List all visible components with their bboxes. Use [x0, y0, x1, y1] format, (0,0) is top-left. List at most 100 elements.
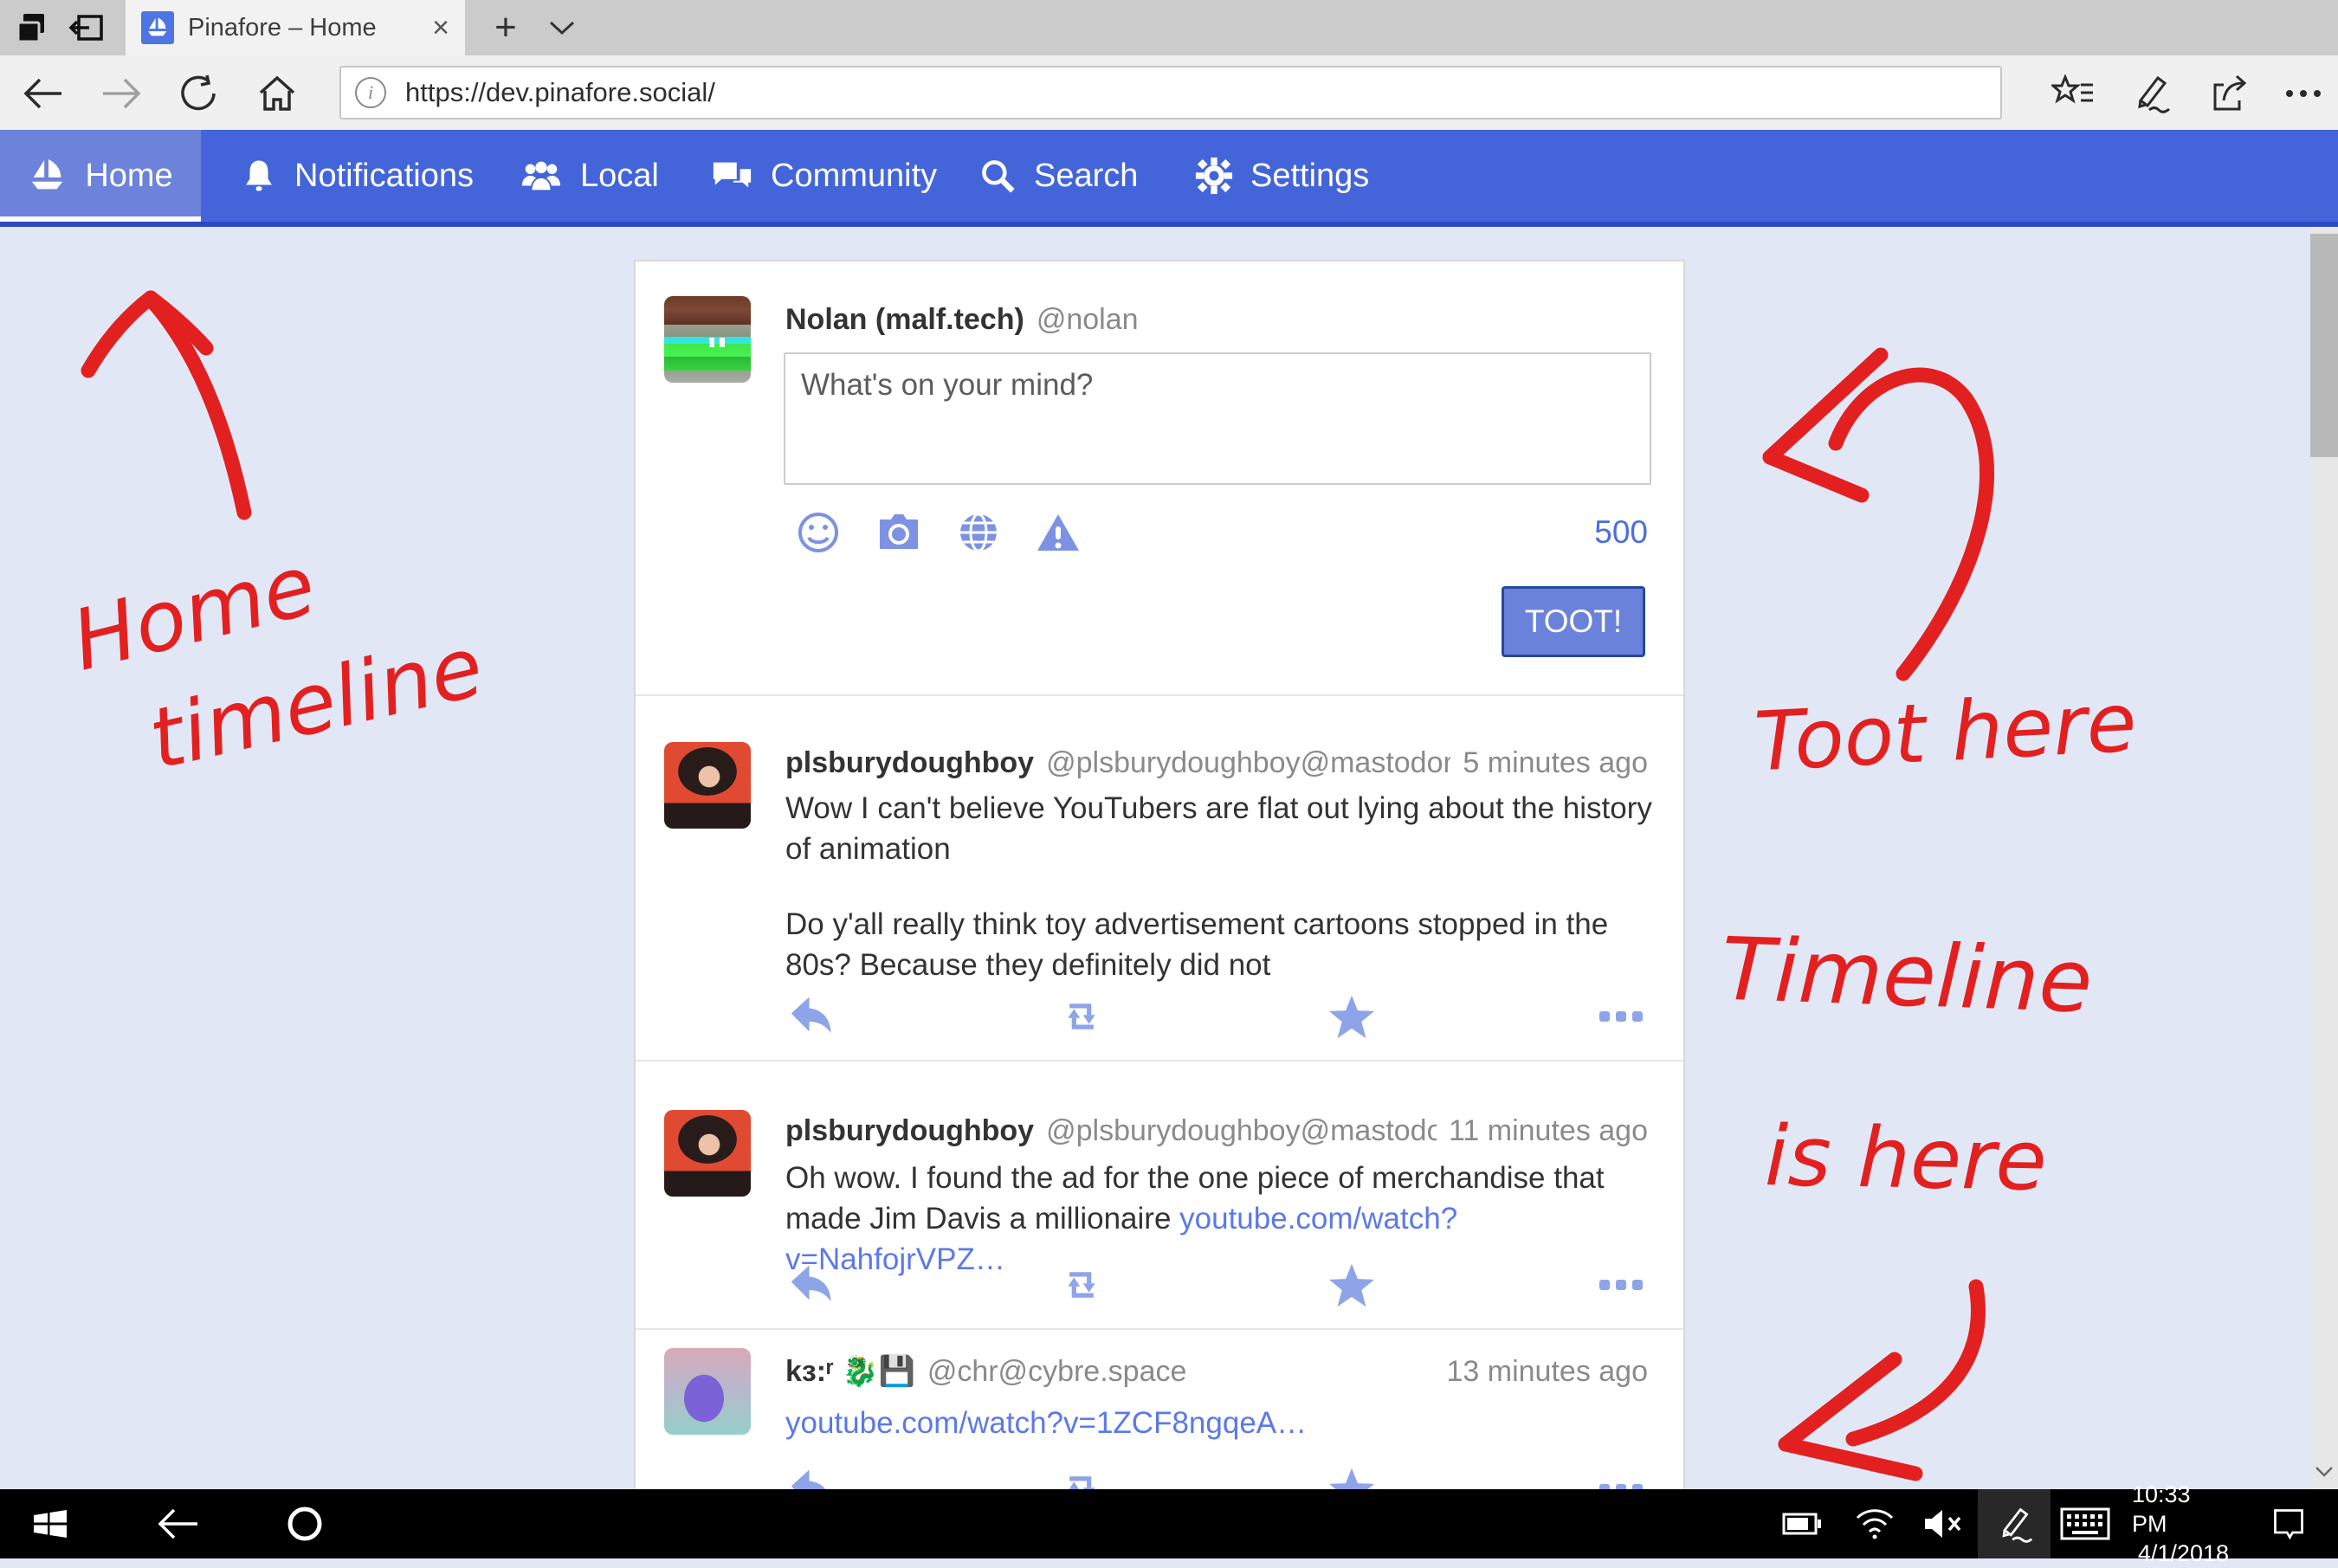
divider [636, 1060, 1683, 1061]
volume-muted-icon[interactable] [1915, 1489, 1973, 1558]
bell-icon [241, 156, 277, 196]
start-button-icon[interactable] [24, 1489, 76, 1558]
chat-bubbles-icon [710, 157, 753, 195]
browser-toolbar: i https://dev.pinafore.social/ [0, 55, 2338, 130]
url-text: https://dev.pinafore.social/ [405, 77, 715, 108]
post-text: Wow I can't believe YouTubers are flat o… [785, 788, 1653, 869]
cortana-icon[interactable] [279, 1489, 331, 1558]
taskbar: 10:33 PM 4/1/2018 [0, 1489, 2338, 1558]
tabs-preview-icon[interactable] [9, 7, 55, 48]
browser-tab[interactable]: Pinafore – Home × [126, 0, 465, 55]
tab-close-icon[interactable]: × [432, 13, 449, 42]
more-options-icon[interactable] [2279, 71, 2328, 116]
scrollbar-track[interactable] [2310, 227, 2338, 1489]
nav-item-settings[interactable]: Settings [1188, 130, 1376, 222]
post-display-name: kз:ʳ 🐉💾 [785, 1354, 915, 1389]
post-handle: @plsburydoughboy@mastodon.so… [1046, 746, 1450, 780]
post-timestamp: 5 minutes ago [1463, 746, 1648, 780]
nav-item-home[interactable]: Home [0, 130, 201, 222]
touch-keyboard-icon[interactable] [2054, 1489, 2116, 1558]
nav-label: Search [1034, 158, 1138, 195]
emoji-picker-icon[interactable] [797, 511, 840, 554]
pinafore-favicon [141, 11, 174, 44]
browser-tab-bar: Pinafore – Home × + [0, 0, 2338, 55]
divider [636, 694, 1683, 696]
taskbar-back-icon[interactable] [149, 1489, 206, 1558]
active-nav-underline [0, 216, 201, 222]
reply-icon[interactable] [785, 1259, 839, 1311]
address-bar[interactable]: i https://dev.pinafore.social/ [339, 66, 2002, 119]
wifi-icon[interactable] [1848, 1489, 1902, 1558]
media-upload-camera-icon[interactable] [876, 513, 921, 552]
post-handle: @chr@cybre.space [927, 1355, 1187, 1389]
taskbar-clock[interactable]: 10:33 PM 4/1/2018 [2132, 1489, 2229, 1558]
char-count: 500 [1594, 514, 1648, 551]
site-info-icon[interactable]: i [355, 77, 386, 108]
post-more-icon[interactable] [1594, 1259, 1648, 1311]
post-link[interactable]: youtube.com/watch?v=1ZCF8ngqeA… [785, 1406, 1307, 1440]
favorite-star-icon[interactable] [1325, 990, 1379, 1042]
post-handle: @plsburydoughboy@mastodon.s… [1046, 1114, 1437, 1148]
tab-list-chevron-icon[interactable] [540, 0, 584, 55]
timeline-column: Nolan (malf.tech) @nolan 500 TOOT! plsbu… [634, 260, 1685, 1489]
divider [636, 1328, 1683, 1330]
post-text: youtube.com/watch?v=1ZCF8ngqeA… [785, 1403, 1653, 1443]
boost-icon[interactable] [1055, 1463, 1108, 1489]
content-warning-icon[interactable] [1036, 513, 1081, 552]
post-timestamp: 13 minutes ago [1447, 1355, 1649, 1389]
post-avatar[interactable] [664, 1348, 751, 1435]
forward-icon[interactable] [97, 71, 145, 116]
favorite-star-icon[interactable] [1325, 1463, 1379, 1489]
nav-label: Notifications [294, 158, 474, 195]
post-privacy-globe-icon[interactable] [958, 512, 999, 553]
boost-icon[interactable] [1055, 990, 1108, 1042]
action-center-icon[interactable] [2258, 1489, 2319, 1558]
favorite-star-icon[interactable] [1325, 1259, 1379, 1311]
post-timestamp: 11 minutes ago [1449, 1114, 1648, 1148]
nav-label: Settings [1250, 158, 1369, 195]
new-tab-button[interactable]: + [481, 0, 530, 55]
compose-display-name: Nolan (malf.tech) [785, 303, 1024, 337]
nav-item-local[interactable]: Local [513, 130, 666, 222]
nav-item-community[interactable]: Community [703, 130, 944, 222]
set-tabs-aside-icon[interactable] [62, 7, 109, 48]
post-avatar[interactable] [664, 742, 751, 829]
tab-title: Pinafore – Home [188, 14, 423, 42]
nav-label: Home [85, 158, 172, 195]
compose-input[interactable] [784, 352, 1651, 485]
share-icon[interactable] [2205, 71, 2253, 116]
compose-handle: @nolan [1037, 303, 1139, 337]
compose-avatar[interactable] [664, 296, 751, 383]
page-background: Nolan (malf.tech) @nolan 500 TOOT! plsbu… [0, 227, 2338, 1489]
scroll-down-chevron-icon[interactable] [2314, 1465, 2335, 1479]
reply-icon[interactable] [785, 1463, 839, 1489]
pinafore-nav: Home Notifications Local Community Searc… [0, 130, 2338, 227]
nav-item-notifications[interactable]: Notifications [234, 130, 481, 222]
post-avatar[interactable] [664, 1110, 751, 1197]
post-text: Do y'all really think toy advertisement … [785, 904, 1653, 985]
post-more-icon[interactable] [1594, 990, 1648, 1042]
nav-item-search[interactable]: Search [972, 130, 1145, 222]
sailboat-icon [28, 156, 68, 196]
boost-icon[interactable] [1055, 1259, 1108, 1311]
back-icon[interactable] [19, 71, 68, 116]
users-icon [520, 157, 563, 195]
reply-icon[interactable] [785, 990, 839, 1042]
clock-time: 10:33 PM [2132, 1480, 2229, 1539]
post-display-name: plsburydoughboy [785, 1114, 1034, 1148]
refresh-icon[interactable] [175, 71, 223, 116]
clock-date: 4/1/2018 [2138, 1539, 2229, 1568]
battery-icon[interactable] [1777, 1489, 1827, 1558]
favorites-hub-icon[interactable] [2049, 71, 2097, 116]
web-note-pen-icon[interactable] [2127, 71, 2175, 116]
nav-label: Community [771, 158, 937, 195]
post-more-icon[interactable] [1594, 1463, 1648, 1489]
gear-icon [1195, 157, 1233, 195]
toot-button[interactable]: TOOT! [1502, 586, 1645, 657]
post-display-name: plsburydoughboy [785, 746, 1034, 780]
scrollbar-thumb[interactable] [2310, 234, 2338, 457]
search-icon [978, 157, 1017, 195]
nav-label: Local [580, 158, 659, 195]
windows-ink-pen-icon[interactable] [1978, 1489, 2051, 1558]
home-icon[interactable] [253, 71, 301, 116]
